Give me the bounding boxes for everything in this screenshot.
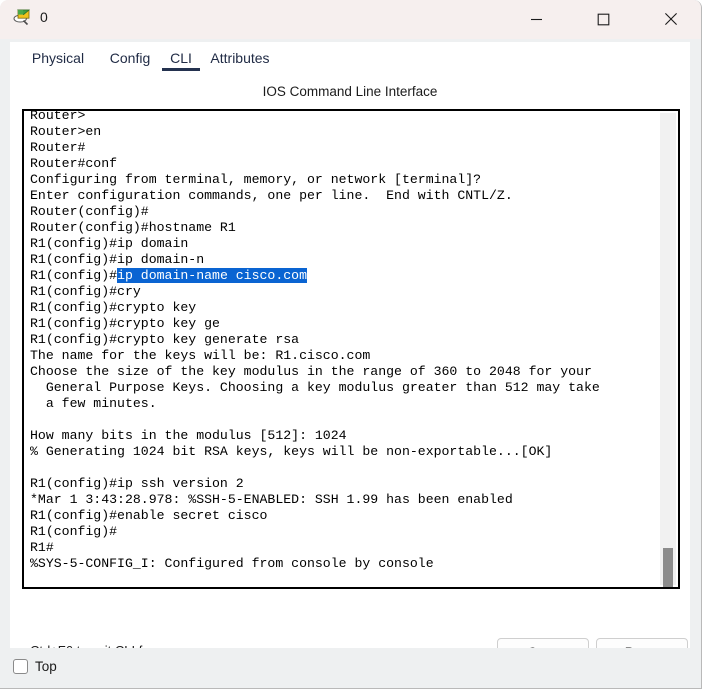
close-icon	[665, 13, 677, 25]
top-checkbox[interactable]	[13, 659, 28, 674]
tab-cli[interactable]: CLI	[160, 42, 202, 73]
cli-output-text[interactable]: Router> Router>en Router# Router#conf Co…	[30, 109, 660, 572]
packet-tracer-device-icon	[13, 8, 32, 27]
window-bottom-bar: Top	[0, 648, 701, 688]
terminal-scrollbar[interactable]	[660, 113, 676, 587]
cli-text-after: R1(config)#cry R1(config)#crypto key R1(…	[30, 284, 600, 571]
window-titlebar[interactable]: 0	[0, 0, 701, 39]
cli-header-label: IOS Command Line Interface	[262, 84, 438, 99]
top-checkbox-group[interactable]: Top	[13, 659, 57, 674]
minimize-icon	[530, 18, 542, 20]
titlebar-left-group: 0	[13, 8, 48, 27]
cli-text-before: Router> Router>en Router# Router#conf Co…	[30, 109, 513, 283]
cli-terminal[interactable]: Router> Router>en Router# Router#conf Co…	[22, 109, 680, 589]
terminal-scrollbar-thumb[interactable]	[663, 548, 673, 587]
tab-config[interactable]: Config	[98, 42, 162, 73]
content-panel: Physical Config CLI Attributes IOS Comma…	[10, 42, 690, 666]
tab-physical[interactable]: Physical	[20, 42, 96, 73]
close-button[interactable]	[648, 0, 694, 38]
maximize-button[interactable]	[580, 0, 626, 38]
minimize-button[interactable]	[513, 0, 559, 38]
cli-selected-text[interactable]: ip domain-name cisco.com	[117, 268, 307, 283]
top-checkbox-label: Top	[35, 659, 57, 674]
window-title: 0	[40, 9, 48, 25]
maximize-icon	[597, 13, 609, 25]
tab-strip: Physical Config CLI Attributes	[10, 42, 690, 73]
tab-attributes[interactable]: Attributes	[200, 42, 280, 73]
cli-window: 0 Physical Config CLI Attributes IOS Com…	[0, 0, 702, 689]
